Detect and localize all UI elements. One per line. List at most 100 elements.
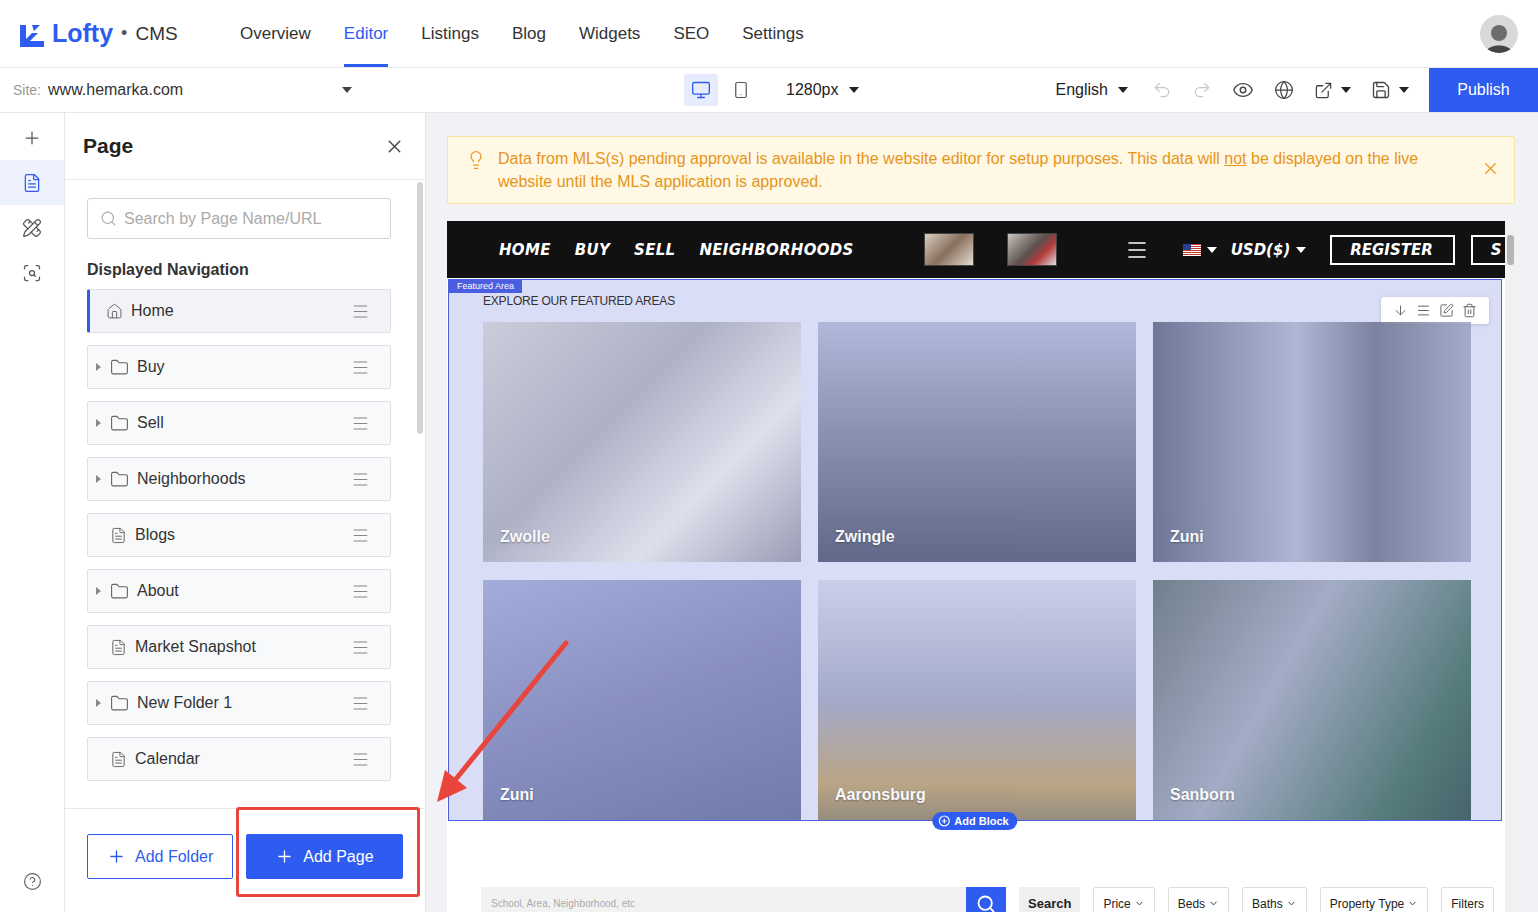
nav-tab[interactable]: Overview xyxy=(240,0,311,67)
rail-button[interactable] xyxy=(0,115,64,160)
publish-button[interactable]: Publish xyxy=(1429,68,1538,112)
search-button[interactable]: Search xyxy=(1019,887,1080,912)
drag-handle-icon[interactable] xyxy=(351,582,370,601)
preview-button[interactable] xyxy=(1232,79,1254,101)
nav-tab[interactable]: Editor xyxy=(344,0,388,67)
preview-scroll-thumb[interactable] xyxy=(1507,235,1514,265)
redo-button[interactable] xyxy=(1192,80,1212,100)
move-down-icon[interactable] xyxy=(1393,303,1408,318)
currency-select[interactable]: USD($) xyxy=(1183,241,1307,259)
desktop-icon xyxy=(691,80,711,100)
width-value: 1280px xyxy=(786,81,839,99)
edit-icon[interactable] xyxy=(1439,303,1454,318)
page-item[interactable]: Calendar xyxy=(87,737,391,781)
page-item-label: Blogs xyxy=(135,526,343,544)
add-folder-button[interactable]: Add Folder xyxy=(87,834,233,879)
filter-label: Filters xyxy=(1451,897,1484,911)
dismiss-icon[interactable] xyxy=(1481,159,1500,178)
drag-handle-icon[interactable] xyxy=(351,750,370,769)
save-button[interactable] xyxy=(1371,80,1409,100)
drag-handle-icon[interactable] xyxy=(351,526,370,545)
close-icon[interactable] xyxy=(384,136,405,157)
language-value: English xyxy=(1056,81,1108,99)
editor-toolbar: Site:www.hemarka.com 1280px English Publish xyxy=(0,68,1538,113)
page-item[interactable]: Sell xyxy=(87,401,391,445)
nav-tab[interactable]: Blog xyxy=(512,0,546,67)
expand-icon[interactable] xyxy=(96,699,101,707)
site-menu-item[interactable]: HOME xyxy=(499,241,551,259)
delete-icon[interactable] xyxy=(1462,303,1477,318)
help-button[interactable] xyxy=(0,850,64,912)
site-menu-item[interactable]: SELL xyxy=(634,241,675,259)
register-label: REGISTER xyxy=(1350,241,1433,259)
drag-handle-icon[interactable] xyxy=(351,414,370,433)
search-icon-button[interactable] xyxy=(966,887,1006,912)
width-select[interactable]: 1280px xyxy=(786,81,859,99)
device-button[interactable] xyxy=(724,74,758,106)
page-search[interactable]: Search by Page Name/URL xyxy=(87,198,391,239)
nav-tab[interactable]: Widgets xyxy=(579,0,640,67)
nav-tab[interactable]: Listings xyxy=(421,0,479,67)
drag-handle-icon[interactable] xyxy=(351,358,370,377)
share-button[interactable] xyxy=(1314,81,1351,100)
filter-button[interactable]: Filters xyxy=(1441,887,1494,912)
nav-tab[interactable]: SEO xyxy=(673,0,709,67)
site-menu-item[interactable]: BUY xyxy=(575,241,610,259)
area-name: Zuni xyxy=(500,786,534,804)
page-icon xyxy=(110,639,127,656)
device-button[interactable] xyxy=(684,74,718,106)
area-card[interactable]: Zwingle xyxy=(818,322,1136,562)
filter-button[interactable]: Price xyxy=(1093,887,1154,912)
page-item[interactable]: Neighborhoods xyxy=(87,457,391,501)
page-item[interactable]: New Folder 1 xyxy=(87,681,391,725)
domain-button[interactable] xyxy=(1274,80,1294,100)
expand-icon[interactable] xyxy=(96,363,101,371)
add-page-button[interactable]: Add Page xyxy=(246,834,402,879)
area-card[interactable]: Zwolle xyxy=(483,322,801,562)
site-nav: HOME BUY SELL NEIGHBORHOODS USD($) REGISTER S xyxy=(447,221,1505,278)
logo[interactable]: Lofty•CMS xyxy=(18,19,240,48)
site-selector[interactable]: Site:www.hemarka.com xyxy=(0,81,352,99)
rail-button[interactable] xyxy=(0,160,64,205)
search-input[interactable]: School, Area, Neighborhood, etc xyxy=(481,887,966,912)
area-card[interactable]: Aaronsburg xyxy=(818,580,1136,820)
expand-icon[interactable] xyxy=(96,419,101,427)
area-card[interactable]: Zuni xyxy=(483,580,801,820)
user-avatar[interactable] xyxy=(1480,15,1518,53)
page-item[interactable]: Blogs xyxy=(87,513,391,557)
rail-button[interactable] xyxy=(0,205,64,250)
page-item[interactable]: Market Snapshot xyxy=(87,625,391,669)
sign-in-label: S xyxy=(1491,241,1502,259)
hamburger-button[interactable] xyxy=(1125,238,1149,262)
drag-handle-icon[interactable] xyxy=(351,302,370,321)
area-card[interactable]: Zuni xyxy=(1153,322,1471,562)
panel-scrollbar[interactable] xyxy=(415,180,425,808)
globe-icon xyxy=(1274,80,1294,100)
page-item[interactable]: Home xyxy=(87,289,391,333)
drag-handle-icon[interactable] xyxy=(351,694,370,713)
filter-button[interactable]: Property Type xyxy=(1320,887,1428,912)
drag-handle-icon[interactable] xyxy=(351,638,370,657)
page-item[interactable]: Buy xyxy=(87,345,391,389)
drag-handle-icon[interactable] xyxy=(351,470,370,489)
scroll-thumb[interactable] xyxy=(417,182,423,434)
language-select[interactable]: English xyxy=(1056,81,1128,99)
sign-in-button[interactable]: S xyxy=(1471,235,1505,265)
filter-button[interactable]: Beds xyxy=(1168,887,1229,912)
area-card[interactable]: Sanborn xyxy=(1153,580,1471,820)
featured-area-section[interactable]: Featured AreaEXPLORE OUR FEATURED AREASZ… xyxy=(448,279,1502,821)
filter-button[interactable]: Baths xyxy=(1242,887,1307,912)
cms-editor: Lofty•CMSOverview Editor Listings Blog Widge… xyxy=(0,0,1538,912)
page-item[interactable]: About xyxy=(87,569,391,613)
site-menu-item[interactable]: NEIGHBORHOODS xyxy=(699,241,853,259)
nav-tab[interactable]: Settings xyxy=(742,0,803,67)
rail-button[interactable] xyxy=(0,250,64,295)
drag-icon[interactable] xyxy=(1416,303,1431,318)
register-button[interactable]: REGISTER xyxy=(1330,235,1455,265)
add-block-button[interactable]: Add Block xyxy=(932,812,1017,830)
undo-button[interactable] xyxy=(1152,80,1172,100)
preview-scrollbar[interactable] xyxy=(1505,221,1515,912)
toolbar-actions: English Publish xyxy=(1056,68,1538,112)
expand-icon[interactable] xyxy=(96,587,101,595)
expand-icon[interactable] xyxy=(96,475,101,483)
